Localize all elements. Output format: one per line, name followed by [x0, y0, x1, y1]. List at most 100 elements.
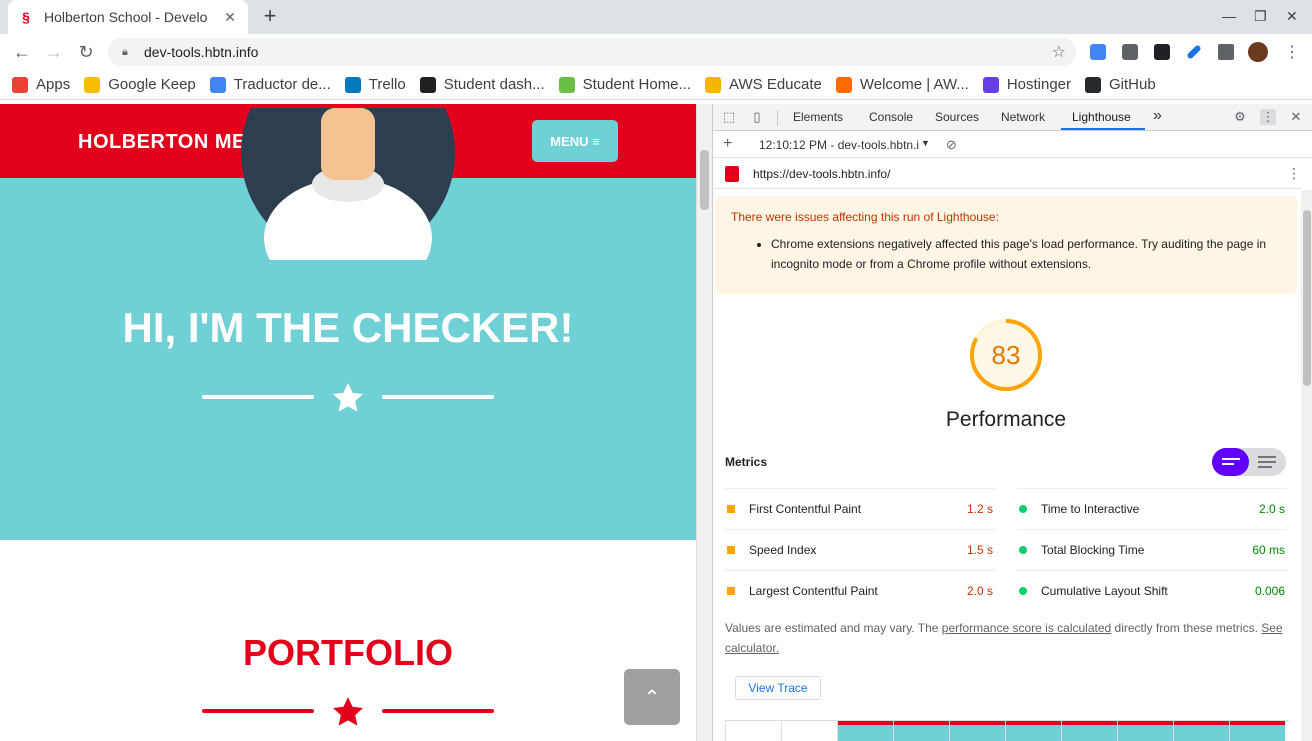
bookmark-label: Student Home... [582, 76, 692, 93]
metric-label: Total Blocking Time [1041, 543, 1145, 557]
extensions-puzzle-icon[interactable] [1218, 44, 1234, 60]
new-tab-button[interactable]: + [258, 5, 282, 29]
metric-label: Speed Index [749, 543, 817, 557]
back-to-top-button[interactable]: ⌃ [624, 669, 680, 725]
pass-circle-icon [1019, 546, 1027, 554]
bookmark-label: Welcome | AW... [859, 76, 969, 93]
report-url-bar: https://dev-tools.hbtn.info/ ⋮ [713, 159, 1301, 189]
close-window-icon[interactable]: ✕ [1286, 8, 1298, 25]
report-menu-icon[interactable]: ⋮ [1287, 165, 1301, 182]
browser-menu-icon[interactable]: ⋮ [1284, 42, 1300, 62]
address-url: dev-tools.hbtn.info [144, 44, 259, 60]
average-square-icon [727, 505, 735, 513]
star-icon [333, 697, 363, 726]
bookmark-item[interactable]: Trello [344, 76, 406, 93]
tab-network[interactable]: Network [1001, 110, 1045, 124]
metric-row: Time to Interactive 2.0 s [1017, 488, 1287, 529]
inspect-element-icon[interactable]: ⬚ [721, 109, 737, 125]
browser-tab[interactable]: § Holberton School - Develo ✕ [8, 0, 248, 34]
settings-gear-icon[interactable]: ⚙ [1232, 109, 1248, 125]
bookmark-item[interactable]: Google Keep [84, 76, 196, 93]
tab-sources[interactable]: Sources [935, 110, 979, 124]
bookmark-icon [705, 76, 722, 93]
lighthouse-report: There were issues affecting this run of … [713, 190, 1301, 741]
report-url[interactable]: https://dev-tools.hbtn.info/ [753, 167, 890, 181]
shield-extension-icon[interactable] [1122, 44, 1138, 60]
bookmark-item[interactable]: Student dash... [419, 76, 545, 93]
warning-item: Chrome extensions negatively affected th… [771, 234, 1281, 274]
close-devtools-icon[interactable]: ✕ [1288, 109, 1304, 125]
translate-extension-icon[interactable] [1090, 44, 1106, 60]
view-trace-button[interactable]: View Trace [735, 676, 821, 700]
bookmark-item[interactable]: GitHub [1085, 76, 1156, 93]
portfolio-star-divider [202, 692, 494, 732]
profile-avatar[interactable] [1248, 42, 1268, 62]
tab-title: Holberton School - Develo [44, 9, 208, 25]
bookmark-label: Trello [368, 76, 406, 93]
metrics-note: Values are estimated and may vary. The p… [725, 618, 1291, 658]
metrics-view-toggle[interactable] [1212, 448, 1286, 476]
metric-label: Time to Interactive [1041, 502, 1140, 516]
clear-reports-icon[interactable]: ⊘ [946, 137, 957, 153]
tab-elements[interactable]: Elements [793, 110, 843, 124]
metric-value: 60 ms [1252, 543, 1285, 557]
portfolio-title: PORTFOLIO [243, 632, 453, 673]
bookmark-item[interactable]: Apps [12, 76, 70, 93]
bookmark-item[interactable]: Traductor de... [209, 76, 331, 93]
bookmark-icon [835, 76, 852, 93]
bookmark-item[interactable]: Hostinger [982, 76, 1071, 93]
score-calculated-link[interactable]: performance score is calculated [942, 621, 1111, 635]
bookmark-item[interactable]: Welcome | AW... [835, 76, 969, 93]
address-bar[interactable]: 🔒︎ dev-tools.hbtn.info ☆ [108, 38, 1076, 66]
list-view-icon[interactable] [1212, 448, 1249, 476]
minimize-icon[interactable]: — [1222, 8, 1236, 24]
avatar [241, 108, 455, 260]
pen-extension-icon[interactable] [1186, 44, 1202, 60]
metric-value: 0.006 [1254, 584, 1285, 598]
metrics-heading: Metrics [725, 455, 768, 469]
hero-section: HI, I'M THE CHECKER! [0, 108, 696, 540]
average-square-icon [727, 546, 735, 554]
devtools-scrollbar[interactable] [1301, 190, 1312, 741]
devtools-menu-icon[interactable]: ⋮ [1260, 109, 1276, 125]
pass-circle-icon [1019, 587, 1027, 595]
site-brand[interactable]: HOLBERTON ME [78, 131, 246, 154]
filmstrip [725, 720, 1289, 741]
lighthouse-toolbar: + 12:10:12 PM - dev-tools.hbtn.i ▼ ⊘ [713, 132, 1312, 158]
bookmark-icon [419, 76, 436, 93]
tab-console[interactable]: Console [869, 110, 913, 124]
metric-value: 2.0 s [1258, 502, 1285, 516]
bookmark-item[interactable]: AWS Educate [705, 76, 822, 93]
webpage-viewport: HOLBERTON ME MENU ≡ HI, I'M THE CHECKER!… [0, 104, 696, 741]
report-selector[interactable]: 12:10:12 PM - dev-tools.hbtn.i [759, 138, 919, 152]
bookmarks-bar: Apps Google Keep Traductor de... Trello Stud… [0, 70, 1312, 100]
back-icon[interactable]: ← [12, 42, 32, 62]
reload-icon[interactable]: ↻ [76, 42, 96, 62]
lock-icon: 🔒︎ [122, 45, 128, 58]
pass-circle-icon [1019, 505, 1027, 513]
metric-row: Speed Index 1.5 s [725, 529, 995, 570]
bookmark-label: Student dash... [443, 76, 545, 93]
more-tabs-icon[interactable]: » [1153, 107, 1162, 125]
page-scrollbar[interactable] [696, 104, 712, 741]
lighthouse-logo-icon [725, 166, 739, 182]
browser-tab-strip: § Holberton School - Develo ✕ + — ❐ ✕ [0, 0, 1312, 34]
tab-lighthouse[interactable]: Lighthouse [1072, 110, 1131, 124]
menu-button[interactable]: MENU ≡ [532, 120, 618, 162]
bookmark-icon [84, 76, 101, 93]
metric-label: Cumulative Layout Shift [1041, 584, 1168, 598]
category-title: Performance [945, 408, 1067, 431]
device-toggle-icon[interactable]: ▯ [749, 109, 765, 125]
bookmark-star-icon[interactable]: ☆ [1052, 42, 1066, 62]
dropdown-arrow-icon[interactable]: ▼ [921, 138, 930, 148]
detail-view-icon[interactable] [1258, 456, 1276, 458]
warning-box: There were issues affecting this run of … [715, 196, 1297, 294]
forward-icon[interactable]: → [44, 42, 64, 62]
restore-icon[interactable]: ❐ [1254, 8, 1267, 25]
lt-extension-icon[interactable] [1154, 44, 1170, 60]
close-tab-icon[interactable]: ✕ [222, 9, 238, 26]
bookmark-icon [1085, 76, 1102, 93]
new-report-icon[interactable]: + [723, 135, 732, 153]
bookmark-icon [982, 76, 999, 93]
bookmark-item[interactable]: Student Home... [558, 76, 692, 93]
